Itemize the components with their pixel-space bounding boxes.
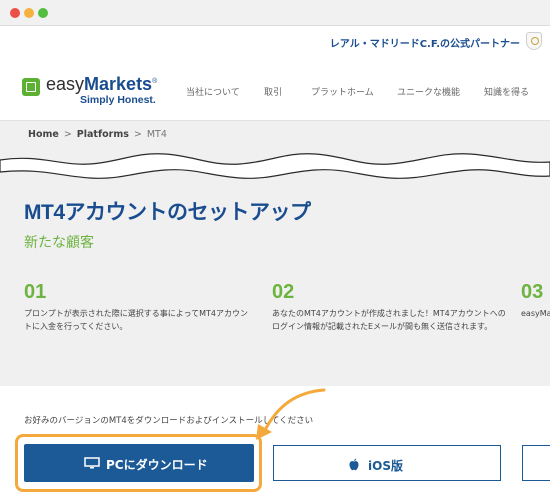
step-text: あなたのMT4アカウントが作成されました！MT4アカウントへのログイン情報が記載… bbox=[272, 309, 506, 331]
real-madrid-crest-icon bbox=[526, 32, 542, 50]
download-pc-button[interactable]: PCにダウンロード bbox=[24, 444, 254, 482]
step-item: 02 あなたのMT4アカウントが作成されました！MT4アカウントへのログイン情報… bbox=[272, 280, 508, 333]
nav-item-unique-features[interactable]: ユニークな機能 bbox=[397, 85, 460, 98]
site-header: easyMarkets® Simply Honest. 当社について 取引 プラ… bbox=[0, 56, 550, 120]
minimize-window-button[interactable] bbox=[24, 8, 34, 18]
logo-tagline: Simply Honest. bbox=[80, 94, 156, 106]
partner-text[interactable]: レアル・マドリードC.F.の公式パートナー bbox=[330, 35, 520, 50]
download-pc-label: PCにダウンロード bbox=[106, 458, 208, 472]
monitor-icon bbox=[84, 457, 100, 469]
step-text: easyMaをダウ bbox=[521, 309, 550, 318]
close-window-button[interactable] bbox=[10, 8, 20, 18]
setup-section: MT4アカウントのセットアップ 新たな顧客 01 プロンプトが表示された際に選択… bbox=[0, 160, 550, 386]
download-ios-label: iOS版 bbox=[368, 459, 403, 473]
partner-bar: レアル・マドリードC.F.の公式パートナー bbox=[0, 26, 550, 56]
step-number: 03 bbox=[521, 281, 544, 303]
nav-item-trading[interactable]: 取引 bbox=[264, 85, 282, 98]
step-text: プロンプトが表示された際に選択する事によってMT4アカウントに入金を行ってくださ… bbox=[24, 309, 248, 331]
nav-item-learn[interactable]: 知識を得る bbox=[484, 85, 529, 98]
step-number: 02 bbox=[272, 281, 295, 303]
apple-icon bbox=[349, 458, 359, 471]
step-number: 01 bbox=[24, 281, 47, 303]
nav-item-platforms[interactable]: プラットホーム bbox=[311, 85, 374, 98]
step-item: 01 プロンプトが表示された際に選択する事によってMT4アカウントに入金を行って… bbox=[24, 280, 252, 333]
nav-item-about[interactable]: 当社について bbox=[186, 85, 240, 98]
browser-window: レアル・マドリードC.F.の公式パートナー easyMarkets® Simpl… bbox=[0, 0, 550, 500]
download-android-button[interactable] bbox=[522, 445, 550, 481]
maximize-window-button[interactable] bbox=[38, 8, 48, 18]
page-subtitle: 新たな顧客 bbox=[24, 235, 94, 251]
logo-square-icon[interactable] bbox=[22, 78, 40, 96]
window-titlebar bbox=[0, 0, 550, 26]
page-title: MT4アカウントのセットアップ bbox=[24, 201, 311, 224]
step-item: 03 easyMaをダウ bbox=[521, 280, 550, 320]
download-ios-button[interactable]: iOS版 bbox=[273, 445, 501, 481]
torn-edge-divider bbox=[0, 138, 550, 179]
logo-wordmark[interactable]: easyMarkets® bbox=[46, 74, 157, 95]
